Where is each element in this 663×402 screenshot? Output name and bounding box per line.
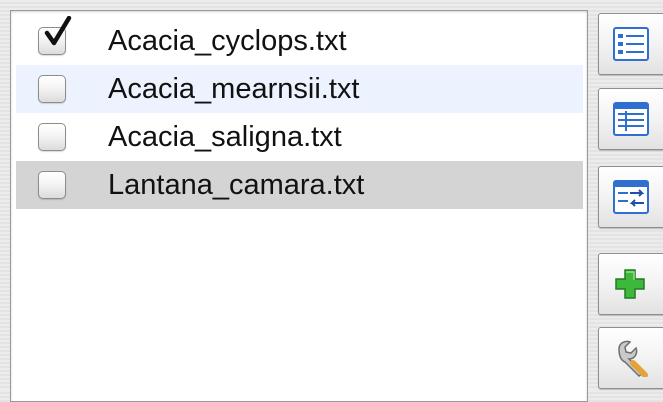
add-icon [615, 269, 645, 299]
file-list[interactable]: Acacia_cyclops.txt Acacia_mearnsii.txt A… [10, 10, 588, 402]
item-checkbox[interactable] [38, 123, 66, 151]
list-icon [613, 102, 649, 136]
wrench-icon [618, 340, 648, 377]
list-item-label: Acacia_cyclops.txt [108, 25, 347, 57]
swap-list-icon [613, 180, 649, 214]
checklist-icon [613, 27, 649, 61]
list-button[interactable] [598, 88, 663, 150]
add-button[interactable] [598, 253, 663, 315]
list-item-label: Acacia_mearnsii.txt [108, 73, 360, 105]
item-checkbox[interactable] [38, 171, 66, 199]
checkmark-icon [44, 16, 72, 46]
list-item-label: Acacia_saligna.txt [108, 121, 342, 153]
settings-button[interactable] [598, 327, 663, 389]
list-item[interactable]: Acacia_mearnsii.txt [16, 65, 583, 113]
list-item-label: Lantana_camara.txt [108, 169, 365, 201]
list-item[interactable]: Acacia_cyclops.txt [16, 16, 583, 65]
list-item[interactable]: Lantana_camara.txt [16, 161, 583, 209]
swap-list-button[interactable] [598, 166, 663, 228]
checklist-button[interactable] [598, 13, 663, 75]
list-item[interactable]: Acacia_saligna.txt [16, 113, 583, 161]
item-checkbox[interactable] [38, 75, 66, 103]
item-checkbox[interactable] [38, 16, 72, 55]
